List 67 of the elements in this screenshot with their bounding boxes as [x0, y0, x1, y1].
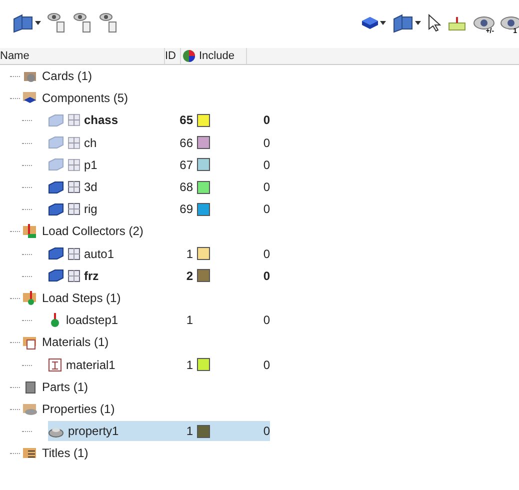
eye-icon [500, 16, 519, 30]
tree-item[interactable]: frz [84, 268, 99, 283]
column-name[interactable]: ID [165, 48, 181, 64]
tree-item[interactable]: rig [84, 202, 98, 216]
cube-icon [360, 15, 379, 31]
id-cell-text: 1 [185, 246, 193, 261]
cursor-icon [426, 14, 441, 32]
tree-category[interactable]: Parts (1) [42, 380, 88, 394]
eye-grid-tool[interactable] [47, 11, 67, 35]
layers-icon [12, 13, 34, 33]
material-icon [48, 358, 62, 372]
id-cell-text: 66 [178, 136, 193, 150]
include-cell-text: 0 [262, 246, 270, 261]
id-cell-text: 1 [185, 424, 193, 438]
id-cell-text: 69 [178, 202, 193, 216]
selected-row[interactable]: property1 1 0 [48, 421, 270, 442]
materials-icon [22, 334, 38, 350]
tree-item[interactable]: ch [84, 136, 97, 150]
mesh-icon [68, 136, 80, 149]
tree-item[interactable]: auto1 [84, 246, 114, 261]
include-cell-text: 0 [262, 180, 270, 194]
id-cell-text: 68 [178, 180, 193, 194]
mesh-icon [68, 270, 80, 282]
column-name[interactable]: Name [0, 48, 165, 64]
layers-icon [392, 13, 414, 33]
eye-grid-icon [73, 12, 93, 34]
tree-item[interactable]: loadstep1 [66, 313, 118, 328]
mesh-icon [68, 114, 80, 126]
mesh-icon [68, 158, 80, 171]
mesh-icon [68, 203, 80, 216]
include-cell-text: 0 [262, 424, 270, 438]
include-cell-text: 0 [262, 158, 270, 172]
tree-item[interactable]: 3d [84, 180, 98, 194]
tree-item[interactable]: material1 [66, 358, 116, 372]
tree-category[interactable]: Cards (1) [42, 69, 92, 84]
tree-category[interactable]: Load Steps (1) [42, 290, 121, 305]
include-cell-text: 0 [262, 313, 270, 328]
color-wheel-icon[interactable] [183, 50, 195, 62]
include-cell-text: 0 [262, 113, 270, 128]
mesh-icon [68, 181, 80, 194]
tree-category[interactable]: Load Collectors (2) [42, 224, 144, 238]
id-cell-text: 67 [178, 158, 193, 172]
id-cell-text: 2 [185, 268, 193, 283]
eye-grid-icon [99, 12, 119, 34]
mesh-icon [68, 248, 80, 260]
tree-category[interactable]: Properties (1) [42, 402, 115, 416]
id-cell-text: 65 [178, 113, 193, 128]
include-cell-text: 0 [262, 268, 270, 283]
id-cell-text: 1 [185, 313, 193, 328]
load-icon [446, 15, 467, 31]
eye-grid-tool[interactable] [99, 11, 119, 35]
eye-grid-icon [47, 12, 67, 34]
tree-item[interactable]: p1 [84, 158, 98, 172]
tree-item[interactable]: chass [84, 113, 118, 128]
include-cell-text: 0 [262, 358, 270, 372]
id-cell-text: 1 [185, 358, 193, 372]
tree-category[interactable]: Titles (1) [42, 446, 88, 460]
column-name[interactable]: Include [197, 48, 247, 64]
tree-category[interactable]: Materials (1) [42, 335, 109, 350]
tree-category[interactable]: Components (5) [42, 91, 128, 106]
tree-item[interactable]: property1 [68, 424, 119, 438]
include-cell-text: 0 [262, 202, 270, 216]
load-collector-icon [22, 223, 38, 240]
eye-grid-tool[interactable] [73, 11, 93, 35]
load-step-icon [48, 312, 62, 328]
include-cell-text: 0 [262, 136, 270, 150]
load-step-icon [22, 290, 38, 306]
